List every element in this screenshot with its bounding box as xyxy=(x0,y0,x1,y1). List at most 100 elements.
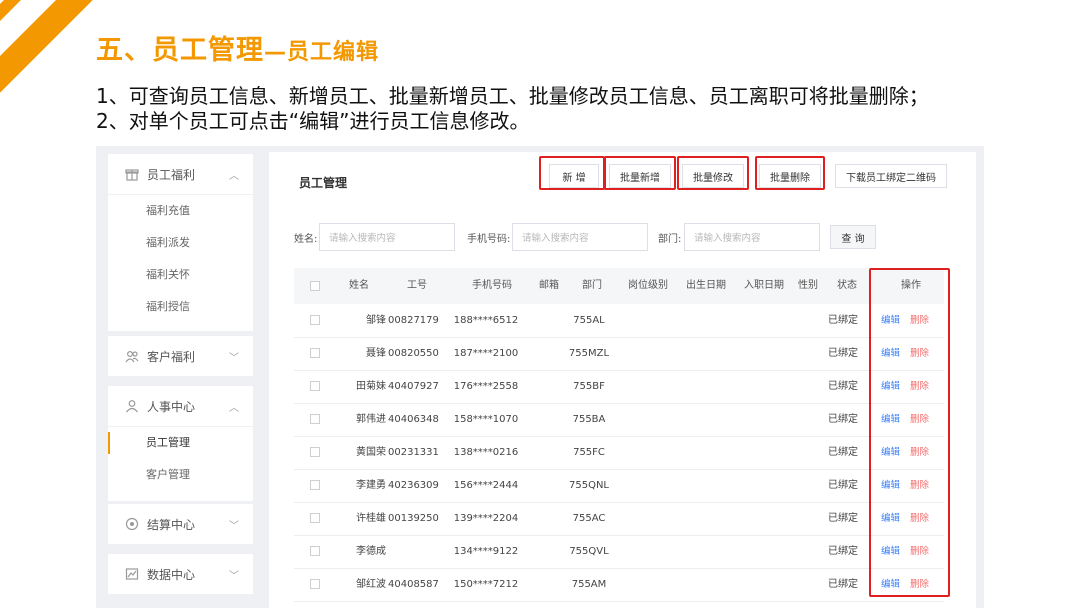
cell-status: 已绑定 xyxy=(828,381,858,392)
header-gender: 性别 xyxy=(798,280,818,291)
dept-filter-label: 部门: xyxy=(658,234,682,245)
slide-title-sub: —员工编辑 xyxy=(264,40,380,65)
page-title: 员工管理 xyxy=(299,176,348,190)
sidebar-item-welfare-care[interactable]: 福利关怀 xyxy=(108,259,253,291)
table-row: 李德成 134****9122 755QVL 已绑定 编辑 删除 xyxy=(294,535,944,569)
table-row: 黄国荣 00231331 138****0216 755FC 已绑定 编辑 删除 xyxy=(294,436,944,470)
coin-icon xyxy=(125,517,139,531)
cell-status: 已绑定 xyxy=(828,513,858,524)
chevron-up-icon: ︿ xyxy=(229,403,239,414)
slide-title: 五、员工管理—员工编辑 xyxy=(96,28,379,67)
cell-name: 李建勇 xyxy=(356,480,386,491)
cell-status: 已绑定 xyxy=(828,414,858,425)
cell-id: 00827179 xyxy=(388,315,439,326)
cell-id: 00139250 xyxy=(388,513,439,524)
header-email: 邮箱 xyxy=(539,280,559,291)
cell-status: 已绑定 xyxy=(828,315,858,326)
sidebar-group-customer-welfare: 客户福利 ﹀ xyxy=(108,336,253,376)
cell-status: 已绑定 xyxy=(828,447,858,458)
app-screenshot: 员工福利 ︿ 福利充值 福利派发 福利关怀 福利授信 客户福利 ﹀ 人事中心 ︿… xyxy=(96,146,984,608)
chevron-up-icon: ︿ xyxy=(229,171,239,182)
chart-icon xyxy=(125,567,139,581)
sidebar-head-hr[interactable]: 人事中心 ︿ xyxy=(108,386,253,426)
cell-id: 40236309 xyxy=(388,480,439,491)
cell-phone: 150****7212 xyxy=(453,579,519,590)
select-all-checkbox[interactable] xyxy=(310,281,320,291)
sidebar-item-welfare-recharge[interactable]: 福利充值 xyxy=(108,195,253,227)
slide-title-main: 五、员工管理 xyxy=(96,35,264,66)
sidebar-group-settlement: 结算中心 ﹀ xyxy=(108,504,253,544)
highlight-add xyxy=(539,156,605,190)
cell-id: 40407927 xyxy=(388,381,439,392)
cell-dept: 755BA xyxy=(572,414,606,425)
sidebar-item-customer-management[interactable]: 客户管理 xyxy=(108,459,253,491)
cell-dept: 755BF xyxy=(573,381,605,392)
cell-phone: 139****2204 xyxy=(453,513,519,524)
table-row: 郭伟进 40406348 158****1070 755BA 已绑定 编辑 删除 xyxy=(294,403,944,437)
sidebar-head-data-label: 数据中心 xyxy=(147,567,196,582)
cell-status: 已绑定 xyxy=(828,348,858,359)
row-checkbox[interactable] xyxy=(310,480,320,490)
search-button[interactable]: 查 询 xyxy=(830,225,876,249)
slide-description: 1、可查询员工信息、新增员工、批量新增员工、批量修改员工信息、员工离职可将批量删… xyxy=(96,84,929,134)
header-phone: 手机号码 xyxy=(472,280,512,291)
row-checkbox[interactable] xyxy=(310,513,320,523)
name-search-input[interactable]: 请输入搜索内容 xyxy=(319,223,455,251)
sidebar-head-welfare[interactable]: 员工福利 ︿ xyxy=(108,154,253,194)
person-icon xyxy=(125,399,139,413)
dept-search-input[interactable]: 请输入搜索内容 xyxy=(684,223,820,251)
cell-name: 邹锋 xyxy=(366,315,386,326)
gift-icon xyxy=(125,167,139,181)
table-row: 田菊妹 40407927 176****2558 755BF 已绑定 编辑 删除 xyxy=(294,370,944,404)
cell-name: 郭伟进 xyxy=(356,414,386,425)
cell-dept: 755AC xyxy=(572,513,606,524)
cell-dept: 755MZL xyxy=(568,348,610,359)
cell-id: 40406348 xyxy=(388,414,439,425)
table-row: 邹锋 00827179 188****6512 755AL 已绑定 编辑 删除 xyxy=(294,304,944,338)
phone-search-input[interactable]: 请输入搜索内容 xyxy=(512,223,648,251)
cell-name: 邹红波 xyxy=(356,579,386,590)
header-id: 工号 xyxy=(407,280,427,291)
row-checkbox[interactable] xyxy=(310,381,320,391)
table-row: 聂锋 00820550 187****2100 755MZL 已绑定 编辑 删除 xyxy=(294,337,944,371)
sidebar-head-customer-welfare[interactable]: 客户福利 ﹀ xyxy=(108,336,253,376)
row-checkbox[interactable] xyxy=(310,447,320,457)
sidebar-head-settlement-label: 结算中心 xyxy=(147,517,196,532)
sidebar-head-data[interactable]: 数据中心 ﹀ xyxy=(108,554,253,594)
header-level: 岗位级别 xyxy=(628,280,668,291)
cell-phone: 176****2558 xyxy=(453,381,519,392)
row-checkbox[interactable] xyxy=(310,546,320,556)
row-checkbox[interactable] xyxy=(310,579,320,589)
table-header: 姓名 工号 手机号码 邮箱 部门 岗位级别 出生日期 入职日期 性别 状态 操作 xyxy=(294,268,944,304)
sidebar-item-employee-management[interactable]: 员工管理 xyxy=(108,427,253,459)
download-qr-button[interactable]: 下载员工绑定二维码 xyxy=(835,164,947,188)
people-icon xyxy=(125,349,139,363)
chevron-down-icon: ﹀ xyxy=(229,353,239,364)
row-checkbox[interactable] xyxy=(310,315,320,325)
row-checkbox[interactable] xyxy=(310,414,320,424)
sidebar-item-welfare-credit[interactable]: 福利授信 xyxy=(108,291,253,323)
sidebar-group-data: 数据中心 ﹀ xyxy=(108,554,253,594)
cell-status: 已绑定 xyxy=(828,546,858,557)
table-row: 李建勇 40236309 156****2444 755QNL 已绑定 编辑 删除 xyxy=(294,469,944,503)
cell-dept: 755QVL xyxy=(569,546,609,557)
cell-phone: 138****0216 xyxy=(453,447,519,458)
chevron-down-icon: ﹀ xyxy=(229,571,239,582)
table-row: 许桂雄 00139250 139****2204 755AC 已绑定 编辑 删除 xyxy=(294,502,944,536)
sidebar-head-hr-label: 人事中心 xyxy=(147,399,196,414)
cell-phone: 158****1070 xyxy=(453,414,519,425)
row-checkbox[interactable] xyxy=(310,348,320,358)
cell-name: 许桂雄 xyxy=(356,513,386,524)
cell-phone: 134****9122 xyxy=(453,546,519,557)
sidebar-head-customer-welfare-label: 客户福利 xyxy=(147,349,196,364)
desc-line-2: 2、对单个员工可点击“编辑”进行员工信息修改。 xyxy=(96,109,530,133)
chevron-down-icon: ﹀ xyxy=(229,521,239,532)
cell-id: 00820550 xyxy=(388,348,439,359)
cell-phone: 156****2444 xyxy=(453,480,519,491)
sidebar-group-welfare: 员工福利 ︿ 福利充值 福利派发 福利关怀 福利授信 xyxy=(108,154,253,331)
sidebar-head-settlement[interactable]: 结算中心 ﹀ xyxy=(108,504,253,544)
sidebar-item-welfare-distribute[interactable]: 福利派发 xyxy=(108,227,253,259)
name-filter-label: 姓名: xyxy=(294,234,318,245)
cell-phone: 187****2100 xyxy=(453,348,519,359)
cell-name: 黄国荣 xyxy=(356,447,386,458)
